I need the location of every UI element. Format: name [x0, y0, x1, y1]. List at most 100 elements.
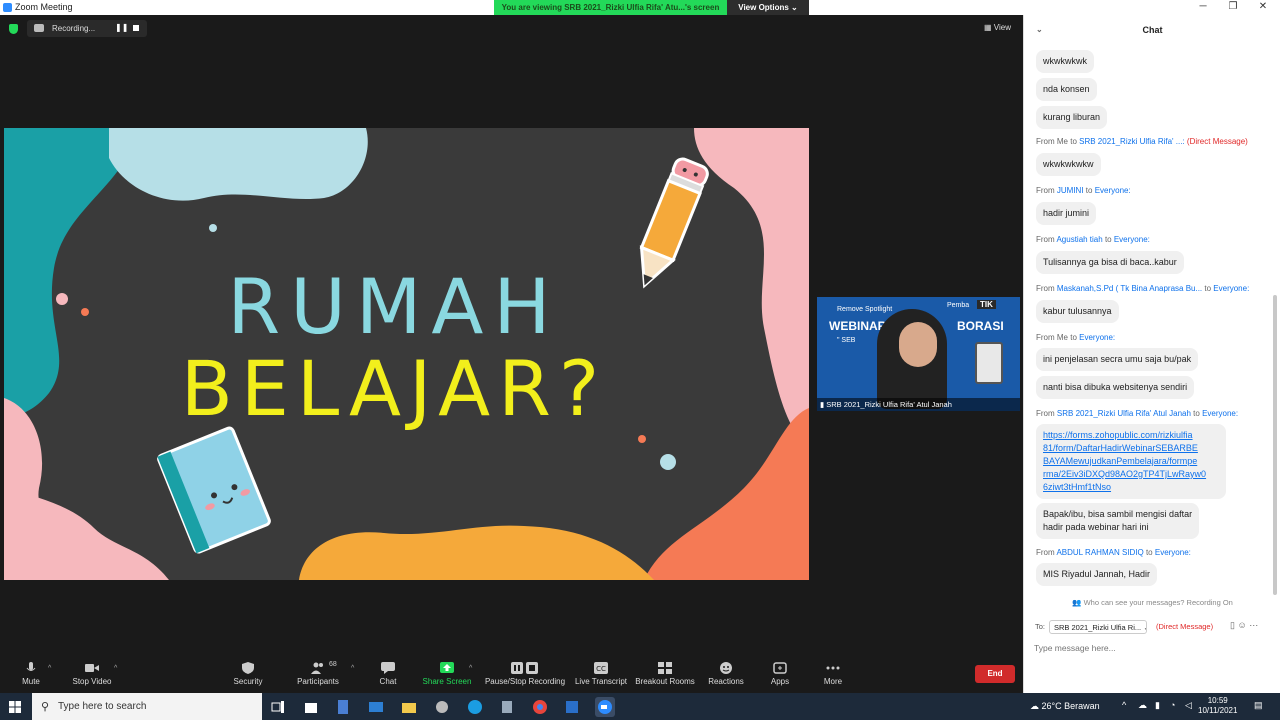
chat-sender-line: From JUMINI to Everyone:	[1036, 186, 1131, 195]
store-icon[interactable]	[301, 697, 321, 717]
speaker-name-bar: ▮ SRB 2021_Rizki Ulfia Rifa' Atul Janah	[817, 398, 1020, 411]
stop-video-button[interactable]: Stop Video	[70, 655, 114, 693]
chat-privacy-note[interactable]: 👥 Who can see your messages? Recording O…	[1024, 598, 1280, 607]
pause-recording-icon[interactable]: ❚❚	[115, 23, 128, 32]
form-link[interactable]: BAYAMewujudkanPembelajara/formpe	[1043, 455, 1219, 468]
weather-widget[interactable]: ☁ 26°C Berawan	[1030, 701, 1100, 712]
zoom-taskbar-icon[interactable]	[595, 697, 615, 717]
view-button-label: View	[993, 23, 1011, 32]
more-label: More	[823, 677, 843, 686]
slide-title-line2: BELAJAR?	[181, 344, 607, 433]
chat-title: Chat	[1142, 25, 1163, 35]
form-link[interactable]: 6ziwt3tHmf1tNso	[1043, 481, 1219, 494]
security-button[interactable]: Security	[232, 655, 264, 693]
emoji-icon[interactable]: ☺	[1237, 620, 1246, 630]
more-button[interactable]: More	[819, 655, 847, 693]
video-camera-icon	[85, 664, 99, 672]
chat-message-input[interactable]	[1034, 640, 1269, 656]
taskbar-search-box[interactable]: ⚲ Type here to search	[32, 693, 262, 720]
remove-spotlight-label[interactable]: Remove Spotlight	[837, 306, 892, 313]
form-link[interactable]: rma/2Eiv3iDXQd98AO2gTP4TjLwRayw0	[1043, 468, 1219, 481]
svg-text:CC: CC	[596, 665, 606, 673]
chat-scrollbar[interactable]	[1273, 295, 1277, 595]
chat-message: nda konsen	[1036, 78, 1097, 101]
stop-recording-icon[interactable]	[133, 25, 139, 31]
to-label: To:	[1035, 622, 1046, 631]
view-options-button[interactable]: View Options ⌄	[727, 0, 809, 15]
ellipsis-icon	[826, 666, 840, 670]
slide-title-line1: RUMAH	[227, 262, 560, 351]
edge-icon[interactable]	[465, 697, 485, 717]
chat-sender-line: From Me to Everyone:	[1036, 333, 1116, 342]
encryption-shield-icon[interactable]	[9, 24, 18, 34]
chat-sender-line: From SRB 2021_Rizki Ulfia Rifa' Atul Jan…	[1036, 409, 1239, 418]
wifi-icon[interactable]: ◔	[1170, 700, 1175, 710]
minimize-button[interactable]: ─	[1188, 0, 1218, 15]
pause-stop-recording-button[interactable]: Pause/Stop Recording	[484, 655, 566, 693]
task-view-icon[interactable]	[268, 697, 288, 717]
meeting-toolbar: Mute ^ Stop Video ^ Security Participant…	[0, 655, 1023, 693]
share-options-caret-icon[interactable]: ^	[469, 665, 472, 672]
chat-messages: wkwkwkwk nda konsen kurang liburan From …	[1024, 45, 1280, 595]
mute-label: Mute	[22, 677, 40, 686]
search-icon: ⚲	[41, 701, 50, 713]
lightblue-blob	[109, 128, 368, 201]
apps-icon	[773, 662, 787, 674]
file-icon[interactable]: ▯	[1230, 620, 1235, 630]
app-icon[interactable]	[432, 697, 452, 717]
end-meeting-button[interactable]: End	[975, 665, 1015, 683]
slide-canvas: RUMAH BELAJAR?	[4, 128, 809, 580]
chat-tools: ▯ ☺ ⋯	[1230, 620, 1258, 631]
meeting-area: Recording... ❚❚ ▦ View RUMAH BELAJAR? WE…	[0, 15, 1023, 655]
mute-button[interactable]: Mute	[18, 655, 44, 693]
thumbnail-tik-badge: TIK	[977, 300, 996, 309]
chat-sender-line: From ABDUL RAHMAN SIDIQ to Everyone:	[1036, 548, 1191, 557]
windows-start-icon[interactable]	[9, 701, 21, 713]
chat-sender-line: From Agustiah tiah to Everyone:	[1036, 235, 1150, 244]
more-options-icon[interactable]: ⋯	[1249, 620, 1258, 630]
reactions-button[interactable]: Reactions	[706, 655, 746, 693]
shield-icon	[242, 662, 254, 674]
recipient-select[interactable]: SRB 2021_Rizki Ulfia Ri... ⌄	[1049, 620, 1147, 634]
onedrive-icon[interactable]: ☁	[1138, 700, 1147, 711]
breakout-rooms-label: Breakout Rooms	[635, 677, 695, 686]
thumbnail-pemba-text: Pemba	[947, 302, 970, 309]
file-explorer-icon[interactable]	[399, 697, 419, 717]
chat-message: nanti bisa dibuka websitenya sendiri	[1036, 376, 1195, 399]
speaker-video-thumbnail[interactable]: WEBINAR BORASI " SEB Remove Spotlight Pe…	[817, 297, 1020, 411]
video-options-caret-icon[interactable]: ^	[114, 665, 117, 672]
grid-icon	[658, 662, 672, 674]
battery-icon[interactable]: ▮	[1155, 700, 1160, 711]
live-transcript-button[interactable]: CC Live Transcript	[574, 655, 628, 693]
chat-panel: ⌄ Chat wkwkwkwk nda konsen kurang libura…	[1023, 15, 1280, 693]
app-icon[interactable]	[562, 697, 582, 717]
chat-link-message: https://forms.zohopublic.com/rizkiulfia …	[1036, 424, 1226, 499]
apps-button[interactable]: Apps	[766, 655, 794, 693]
security-label: Security	[233, 677, 263, 686]
form-link[interactable]: https://forms.zohopublic.com/rizkiulfia	[1043, 429, 1219, 442]
breakout-rooms-button[interactable]: Breakout Rooms	[634, 655, 696, 693]
cloud-record-icon	[34, 24, 44, 32]
tray-chevron-icon[interactable]: ^	[1122, 700, 1126, 710]
calculator-icon[interactable]	[333, 697, 353, 717]
chat-message: wkwkwkwk	[1036, 50, 1094, 73]
maximize-button[interactable]: ❐	[1218, 0, 1248, 15]
stop-video-label: Stop Video	[72, 677, 112, 686]
participants-caret-icon[interactable]: ^	[351, 665, 354, 672]
form-link[interactable]: 81/form/DaftarHadirWebinarSEBARBE	[1043, 442, 1219, 455]
audio-options-caret-icon[interactable]: ^	[48, 665, 51, 672]
smiley-plus-icon	[720, 662, 732, 674]
mail-icon[interactable]	[366, 697, 386, 717]
volume-icon[interactable]: ◁	[1185, 700, 1192, 711]
share-screen-button[interactable]: Share Screen	[422, 655, 472, 693]
chat-message: MIS Riyadul Jannah, Hadir	[1036, 563, 1158, 586]
app-icon[interactable]	[497, 697, 517, 717]
notification-icon[interactable]: ▤	[1254, 700, 1263, 711]
chat-message: Bapak/ibu, bisa sambil mengisi daftar ha…	[1036, 503, 1200, 539]
chrome-icon[interactable]	[530, 697, 550, 717]
view-button[interactable]: ▦ View	[984, 23, 1011, 32]
speaker-face	[899, 322, 937, 367]
chat-button[interactable]: Chat	[374, 655, 402, 693]
taskbar-clock[interactable]: 10:59 10/11/2021	[1198, 696, 1237, 716]
close-window-button[interactable]: ✕	[1248, 0, 1278, 15]
